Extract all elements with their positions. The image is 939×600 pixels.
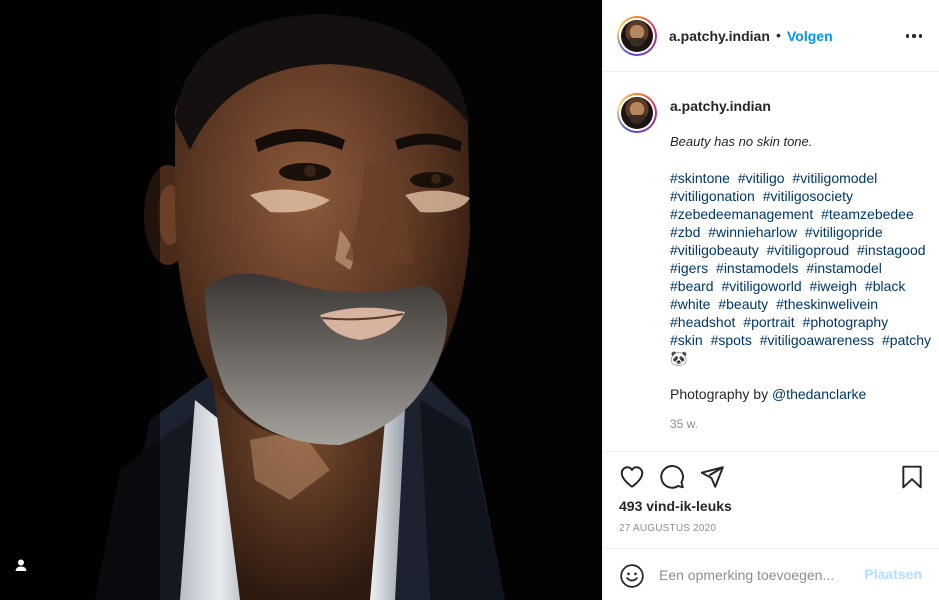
bookmark-icon[interactable] bbox=[899, 464, 925, 490]
caption-avatar[interactable] bbox=[617, 93, 657, 133]
credit-mention-link[interactable]: @thedanclarke bbox=[772, 386, 866, 402]
emoji-smiley-icon[interactable] bbox=[619, 563, 645, 589]
profile-picture bbox=[621, 97, 653, 129]
hashtag-link[interactable]: #zbd bbox=[670, 224, 700, 240]
post-comment-button[interactable]: Plaatsen bbox=[864, 566, 922, 582]
hashtag-link[interactable]: #skin bbox=[670, 332, 703, 348]
hashtag-link[interactable]: #beard bbox=[670, 278, 714, 294]
separator-dot: • bbox=[776, 27, 781, 43]
hashtag-link[interactable]: #spots bbox=[711, 332, 752, 348]
hashtag-link[interactable]: #vitiligobeauty bbox=[670, 242, 759, 258]
hashtag-link[interactable]: #vitiligoproud bbox=[767, 242, 850, 258]
follow-button[interactable]: Volgen bbox=[787, 28, 833, 44]
post-header: a.patchy.indian • Volgen bbox=[603, 0, 939, 72]
post-sidebar: a.patchy.indian • Volgen a.patchy.indian… bbox=[602, 0, 939, 600]
hashtag-list: #skintone #vitiligo #vitiligomodel #viti… bbox=[670, 169, 932, 367]
hashtag-link[interactable]: #zebedeemanagement bbox=[670, 206, 813, 222]
hashtag-link[interactable]: #white bbox=[670, 296, 710, 312]
hashtag-link[interactable]: #beauty bbox=[718, 296, 768, 312]
credit-prefix: Photography by bbox=[670, 386, 772, 402]
hashtag-link[interactable]: #instamodel bbox=[806, 260, 882, 276]
paper-plane-icon[interactable] bbox=[699, 464, 725, 490]
hashtag-link[interactable]: #black bbox=[865, 278, 905, 294]
hashtag-link[interactable]: #vitiligopride bbox=[805, 224, 883, 240]
photo-credit: Photography by @thedanclarke bbox=[670, 385, 932, 403]
comment-input[interactable] bbox=[659, 563, 859, 587]
hashtag-link[interactable]: #winnieharlow bbox=[708, 224, 797, 240]
hashtag-link[interactable]: #portrait bbox=[743, 314, 794, 330]
hashtag-link[interactable]: #headshot bbox=[670, 314, 735, 330]
caption-body: Beauty has no skin tone. #skintone #viti… bbox=[670, 133, 932, 433]
header-username[interactable]: a.patchy.indian bbox=[669, 28, 770, 44]
profile-picture bbox=[621, 20, 653, 52]
like-count[interactable]: 493 vind-ik-leuks bbox=[619, 498, 732, 514]
hashtag-link[interactable]: #instamodels bbox=[716, 260, 799, 276]
hashtag-link[interactable]: #photography bbox=[803, 314, 889, 330]
hashtag-link[interactable]: #iweigh bbox=[810, 278, 857, 294]
hashtag-link[interactable]: #vitiligoworld bbox=[721, 278, 801, 294]
hashtag-link[interactable]: #teamzebedee bbox=[821, 206, 914, 222]
caption-username[interactable]: a.patchy.indian bbox=[670, 98, 771, 114]
user-tag-icon[interactable] bbox=[14, 558, 42, 586]
heart-icon[interactable] bbox=[619, 464, 645, 490]
avatar[interactable] bbox=[617, 16, 657, 56]
more-options-icon[interactable] bbox=[906, 28, 922, 44]
comment-bar: Plaatsen bbox=[603, 548, 939, 600]
hashtag-link[interactable]: #vitiligo bbox=[738, 170, 785, 186]
hashtag-link[interactable]: #igers bbox=[670, 260, 708, 276]
post-photo[interactable] bbox=[0, 0, 602, 600]
hashtag-link[interactable]: #theskinwelivein bbox=[776, 296, 878, 312]
hashtag-link[interactable]: #vitiligosociety bbox=[763, 188, 853, 204]
hashtag-link[interactable]: #instagood bbox=[857, 242, 926, 258]
portrait-image bbox=[0, 0, 602, 600]
hashtag-link[interactable]: #vitiligonation bbox=[670, 188, 755, 204]
caption-intro: Beauty has no skin tone. bbox=[670, 134, 813, 149]
hashtag-link[interactable]: #vitiligomodel bbox=[792, 170, 877, 186]
caption-section: a.patchy.indian Beauty has no skin tone.… bbox=[603, 73, 939, 451]
hashtag-link[interactable]: #skintone bbox=[670, 170, 730, 186]
action-bar: 493 vind-ik-leuks 27 AUGUSTUS 2020 bbox=[603, 451, 939, 556]
comment-bubble-icon[interactable] bbox=[659, 464, 685, 490]
post-time-ago[interactable]: 35 w. bbox=[670, 415, 932, 433]
post-date[interactable]: 27 AUGUSTUS 2020 bbox=[619, 523, 716, 534]
hashtag-link[interactable]: #vitiligoawareness bbox=[760, 332, 874, 348]
